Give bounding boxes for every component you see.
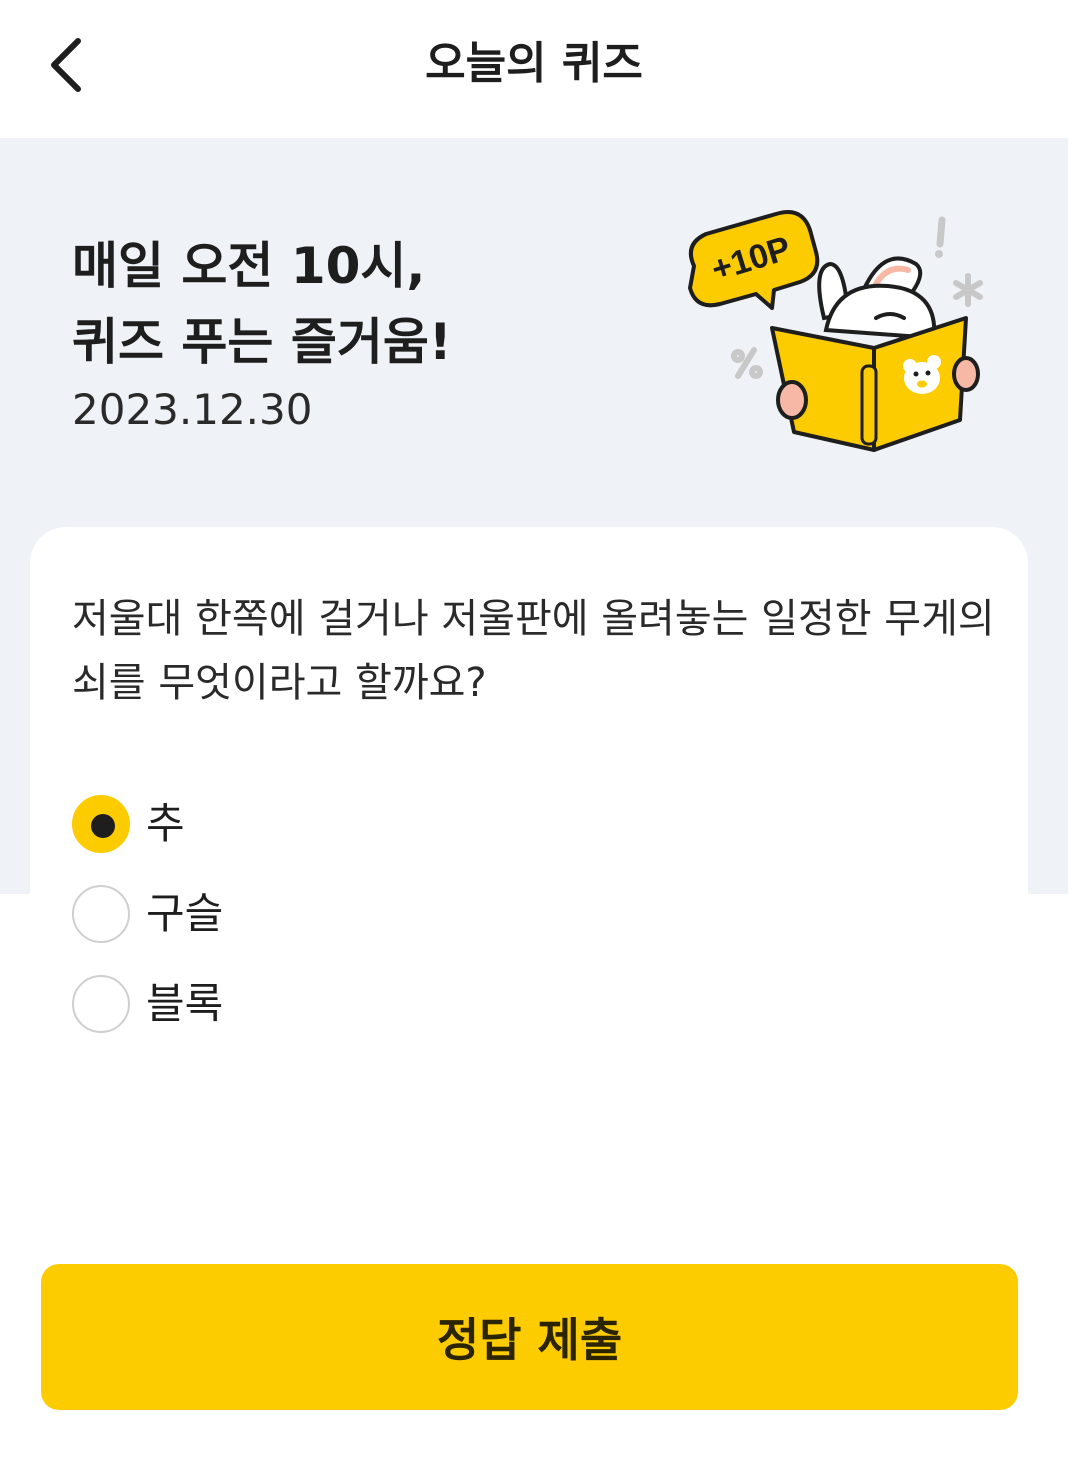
hero-title: 매일 오전 10시, 퀴즈 푸는 즐거움! bbox=[72, 237, 452, 371]
radio-button-selected[interactable] bbox=[72, 795, 130, 853]
exclamation-decoration bbox=[935, 216, 946, 258]
answer-option-label: 블록 bbox=[146, 979, 224, 1028]
answer-option-label: 구슬 bbox=[146, 889, 224, 938]
points-badge: +10P bbox=[688, 210, 820, 310]
percent-decoration bbox=[731, 347, 763, 379]
asterisk-decoration bbox=[953, 273, 983, 307]
submit-answer-button[interactable]: 정답 제출 bbox=[41, 1264, 1018, 1410]
top-app-bar: 오늘의 퀴즈 bbox=[0, 0, 1068, 138]
page-title: 오늘의 퀴즈 bbox=[425, 38, 643, 89]
bunny-reading-book-illustration: +10P bbox=[688, 210, 983, 452]
quiz-question: 저울대 한쪽에 걸거나 저울판에 올려놓는 일정한 무게의 쇠를 무엇이라고 할… bbox=[72, 596, 995, 706]
quiz-card: 저울대 한쪽에 걸거나 저울판에 올려놓는 일정한 무게의 쇠를 무엇이라고 할… bbox=[30, 527, 1028, 1247]
quiz-date: 2023.12.30 bbox=[72, 385, 313, 434]
radio-button[interactable] bbox=[72, 975, 130, 1033]
answer-options: 추 구슬 블록 bbox=[72, 793, 572, 1063]
answer-option-3[interactable]: 블록 bbox=[72, 973, 572, 1035]
answer-option-1[interactable]: 추 bbox=[72, 793, 572, 855]
answer-option-2[interactable]: 구슬 bbox=[72, 883, 572, 945]
answer-option-label: 추 bbox=[146, 799, 185, 848]
radio-button[interactable] bbox=[72, 885, 130, 943]
